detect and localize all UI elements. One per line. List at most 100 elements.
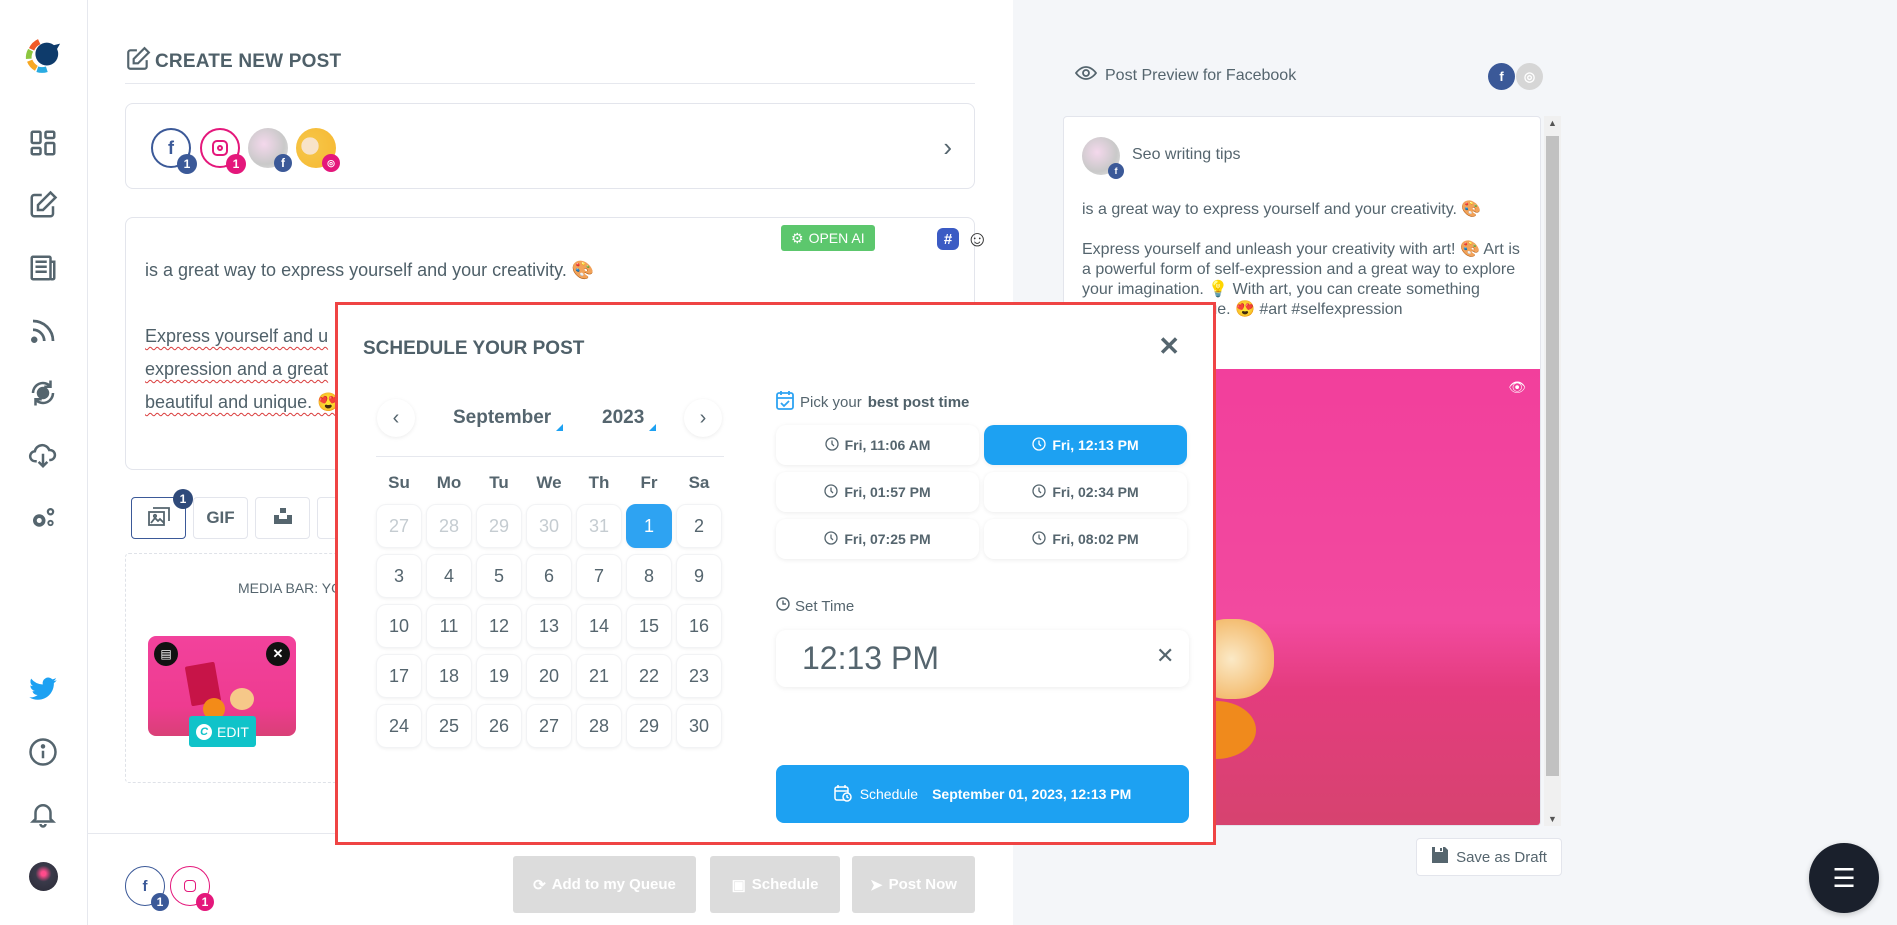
calendar-day[interactable]: 30	[526, 504, 572, 548]
calendar-day[interactable]: 18	[426, 654, 472, 698]
calendar-day[interactable]: 11	[426, 604, 472, 648]
time-slot[interactable]: Fri, 07:25 PM	[776, 519, 979, 559]
calendar-day[interactable]: 20	[526, 654, 572, 698]
calendar-day[interactable]: 25	[426, 704, 472, 748]
recycle-clock-icon[interactable]	[26, 376, 60, 410]
account-selector[interactable]: f 1 1 f ◎ ›	[125, 103, 975, 189]
preview-account-name: Seo writing tips	[1132, 146, 1241, 163]
calendar-day[interactable]: 5	[476, 554, 522, 598]
calendar-day[interactable]: 2	[676, 504, 722, 548]
calendar-day[interactable]: 28	[576, 704, 622, 748]
calendar-day[interactable]: 13	[526, 604, 572, 648]
facebook-page-avatar[interactable]: f	[248, 128, 292, 172]
gears-icon[interactable]	[26, 501, 60, 535]
calendar-day[interactable]: 29	[626, 704, 672, 748]
close-icon[interactable]: ✕	[1158, 331, 1180, 362]
cloud-download-icon[interactable]	[26, 438, 60, 472]
calendar-day[interactable]: 10	[376, 604, 422, 648]
calendar-day[interactable]: 27	[376, 504, 422, 548]
confirm-schedule-button[interactable]: Schedule September 01, 2023, 12:13 PM	[776, 765, 1189, 823]
twitter-icon[interactable]	[26, 672, 60, 706]
time-slot[interactable]: Fri, 12:13 PM	[984, 425, 1187, 465]
info-icon[interactable]	[26, 735, 60, 769]
floppy-disk-icon	[1431, 846, 1449, 868]
chevron-right-icon[interactable]: ›	[943, 132, 952, 163]
app-logo[interactable]	[24, 36, 62, 74]
next-month-button[interactable]: ›	[684, 399, 722, 437]
unsplash-button[interactable]	[255, 497, 310, 539]
calendar-day[interactable]: 6	[526, 554, 572, 598]
menu-button[interactable]: ☰	[1809, 843, 1879, 913]
schedule-modal: SCHEDULE YOUR POST ✕ ‹ September 2023 › …	[335, 302, 1216, 845]
instagram-profile-avatar[interactable]: ◎	[296, 128, 340, 172]
gif-button[interactable]: GIF	[193, 497, 248, 539]
image-alt-icon[interactable]: ▤	[154, 642, 178, 666]
facebook-account-group[interactable]: f 1	[151, 128, 197, 174]
calendar-day[interactable]: 16	[676, 604, 722, 648]
calendar-day[interactable]: 3	[376, 554, 422, 598]
instagram-account-group[interactable]: 1	[200, 128, 246, 174]
time-slot[interactable]: Fri, 08:02 PM	[984, 519, 1187, 559]
rss-icon[interactable]	[26, 314, 60, 348]
preview-facebook-tab[interactable]: f	[1488, 63, 1515, 90]
image-upload-button[interactable]: 1	[131, 489, 193, 539]
calendar-day[interactable]: 24	[376, 704, 422, 748]
time-slot[interactable]: Fri, 02:34 PM	[984, 472, 1187, 512]
calendar-day[interactable]: 4	[426, 554, 472, 598]
bell-icon[interactable]	[26, 797, 60, 831]
post-text-line: is a great way to express yourself and y…	[145, 260, 595, 280]
account-count-badge: 1	[151, 893, 169, 911]
preview-avatar: f	[1082, 137, 1124, 179]
calendar-day[interactable]: 19	[476, 654, 522, 698]
clear-time-icon[interactable]: ✕	[1156, 643, 1174, 669]
canva-edit-button[interactable]: C EDIT	[189, 716, 256, 747]
dashboard-icon[interactable]	[26, 126, 60, 160]
weekday-header: Sa	[688, 473, 710, 492]
calendar-day[interactable]: 26	[476, 704, 522, 748]
prev-month-button[interactable]: ‹	[377, 399, 415, 437]
calendar-day[interactable]: 14	[576, 604, 622, 648]
add-to-queue-button[interactable]: ⟳ Add to my Queue	[513, 856, 696, 913]
eye-icon[interactable]: 👁	[1508, 379, 1526, 396]
calendar-day[interactable]: 21	[576, 654, 622, 698]
scroll-up-icon[interactable]: ▲	[1544, 118, 1561, 128]
calendar-day[interactable]: 15	[626, 604, 672, 648]
post-now-button[interactable]: ➤ Post Now	[852, 856, 975, 913]
calendar-day[interactable]: 12	[476, 604, 522, 648]
calendar-day[interactable]: 7	[576, 554, 622, 598]
calendar-day[interactable]: 22	[626, 654, 672, 698]
openai-button[interactable]: ⚙ OPEN AI	[781, 225, 875, 251]
calendar-day[interactable]: 31	[576, 504, 622, 548]
time-input[interactable]	[776, 630, 1189, 687]
calendar-day[interactable]: 9	[676, 554, 722, 598]
calendar-day-selected[interactable]: 1	[626, 504, 672, 548]
media-bar-label: MEDIA BAR: YO	[238, 580, 342, 596]
calendar-day[interactable]: 29	[476, 504, 522, 548]
month-select[interactable]: September	[453, 407, 564, 431]
remove-media-icon[interactable]: ✕	[266, 642, 290, 666]
preview-instagram-tab[interactable]: ◎	[1516, 63, 1543, 90]
time-slot[interactable]: Fri, 01:57 PM	[776, 472, 979, 512]
calendar-day[interactable]: 17	[376, 654, 422, 698]
newspaper-icon[interactable]	[26, 251, 60, 285]
canva-icon: C	[196, 723, 213, 740]
calendar-day[interactable]: 28	[426, 504, 472, 548]
time-slot[interactable]: Fri, 11:06 AM	[776, 425, 979, 465]
calendar-day[interactable]: 8	[626, 554, 672, 598]
footer-facebook-account[interactable]: f 1	[125, 866, 169, 911]
year-select[interactable]: 2023	[602, 407, 657, 431]
calendar-day[interactable]: 30	[676, 704, 722, 748]
calendar-clock-icon: ▣	[731, 876, 746, 894]
scroll-down-icon[interactable]: ▼	[1544, 814, 1561, 824]
footer-instagram-account[interactable]: 1	[170, 866, 214, 911]
preview-scrollbar[interactable]: ▲ ▼	[1544, 116, 1561, 826]
edit-icon[interactable]	[26, 188, 60, 222]
avatar[interactable]	[29, 862, 58, 891]
calendar-day[interactable]: 27	[526, 704, 572, 748]
calendar-day[interactable]: 23	[676, 654, 722, 698]
emoji-icon[interactable]: ☺	[966, 226, 988, 252]
save-draft-button[interactable]: Save as Draft	[1416, 838, 1562, 876]
clock-icon	[1032, 436, 1046, 454]
hashtag-button[interactable]: #	[937, 228, 959, 250]
schedule-button[interactable]: ▣ Schedule	[710, 856, 840, 913]
